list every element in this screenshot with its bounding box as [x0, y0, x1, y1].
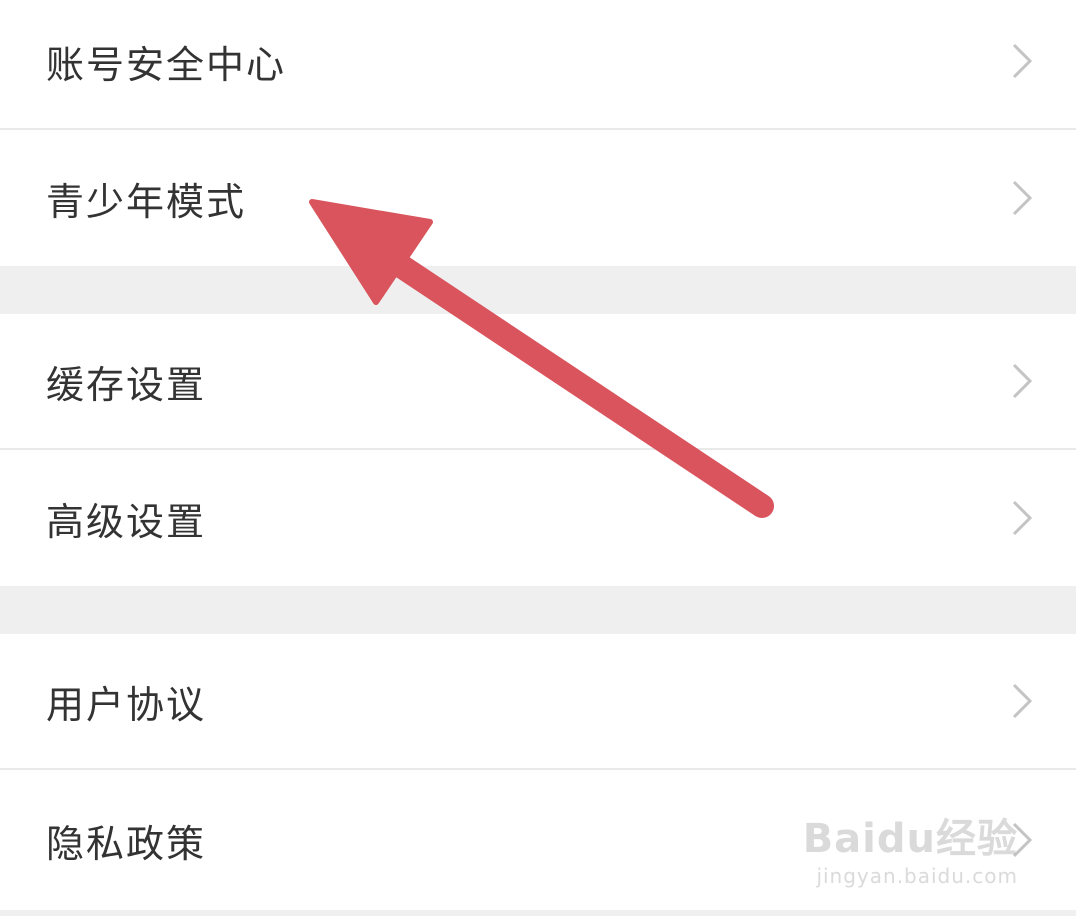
section-divider: [0, 266, 1076, 314]
settings-item-label: 缓存设置: [46, 362, 207, 407]
chevron-right-icon: [1012, 500, 1033, 536]
settings-group-account: 账号安全中心 青少年模式: [0, 0, 1076, 266]
settings-item-user-agreement[interactable]: 用户协议: [0, 634, 1076, 770]
chevron-right-icon: [1012, 180, 1033, 216]
settings-group-storage: 缓存设置 高级设置: [0, 314, 1076, 586]
chevron-right-icon: [1012, 822, 1033, 858]
settings-item-label: 账号安全中心: [46, 42, 287, 87]
settings-item-privacy-policy[interactable]: 隐私政策: [0, 770, 1076, 910]
chevron-right-icon: [1012, 683, 1033, 719]
settings-item-cache[interactable]: 缓存设置: [0, 314, 1076, 450]
settings-item-teen-mode[interactable]: 青少年模式: [0, 130, 1076, 266]
settings-screen: 账号安全中心 青少年模式 缓存设置 高级设置 用户协议 隐私政策 Baidu经验…: [0, 0, 1076, 910]
settings-item-label: 隐私政策: [46, 821, 207, 866]
section-divider: [0, 586, 1076, 634]
settings-item-label: 青少年模式: [46, 179, 247, 224]
settings-item-account-security[interactable]: 账号安全中心: [0, 0, 1076, 130]
chevron-right-icon: [1012, 43, 1033, 79]
settings-group-legal: 用户协议 隐私政策: [0, 634, 1076, 910]
settings-item-label: 用户协议: [46, 682, 207, 727]
chevron-right-icon: [1012, 363, 1033, 399]
settings-item-label: 高级设置: [46, 499, 207, 544]
settings-item-advanced[interactable]: 高级设置: [0, 450, 1076, 586]
